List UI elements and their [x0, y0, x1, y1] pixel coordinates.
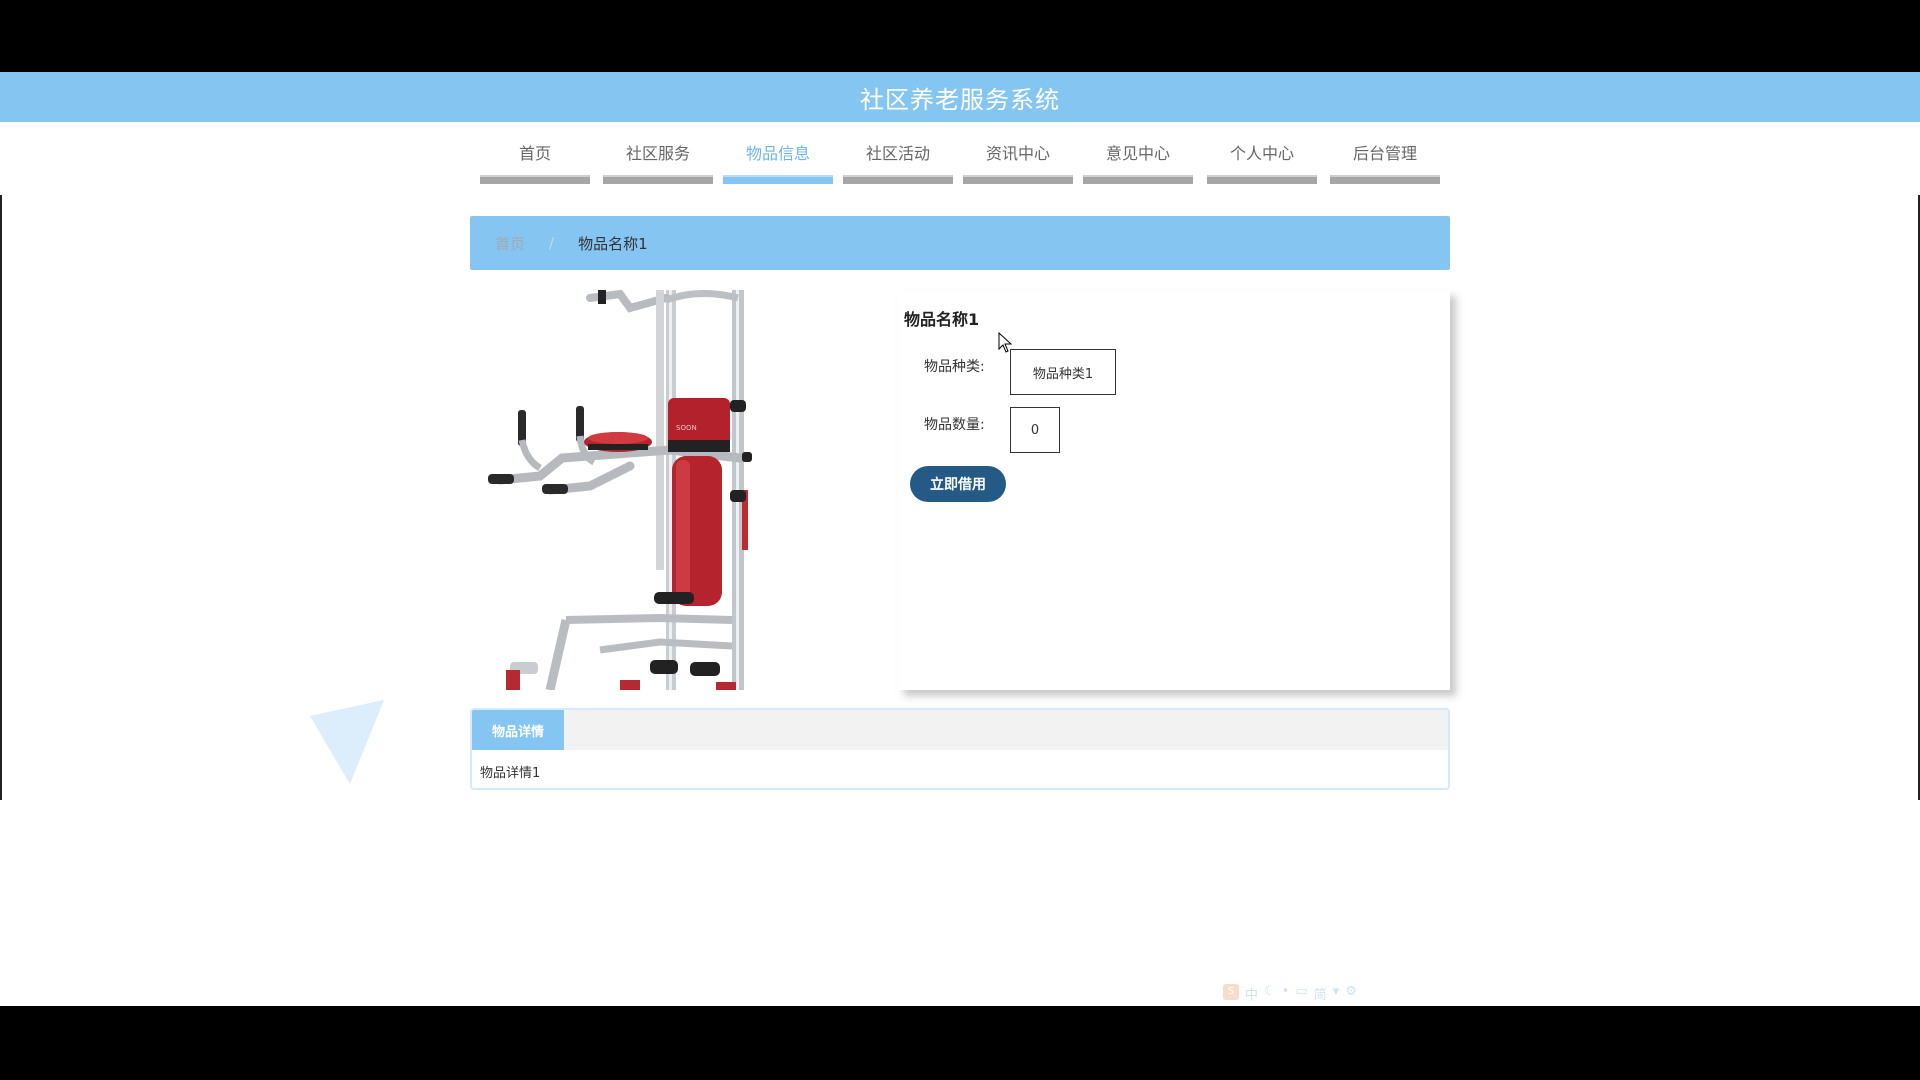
item-info-card: 物品名称1 物品种类: 物品种类1 物品数量: 0 立即借用	[898, 290, 1450, 690]
nav-item-community-service[interactable]: 社区服务	[603, 142, 713, 184]
ime-keyboard-icon: ▭	[1295, 984, 1308, 999]
nav-item-label: 物品信息	[745, 144, 810, 163]
nav-item-bar	[963, 175, 1073, 184]
site-header: 社区养老服务系统	[0, 72, 1920, 122]
nav-item-bar	[1207, 175, 1317, 184]
nav-item-label: 社区服务	[625, 144, 690, 163]
nav-item-label: 首页	[518, 144, 551, 163]
category-value-box: 物品种类1	[1010, 349, 1116, 395]
product-image: SOON	[470, 290, 870, 690]
nav-item-bar	[480, 175, 590, 184]
ime-logo-icon: S	[1223, 984, 1239, 1000]
page: 社区养老服务系统 首页 社区服务 物品信息 社区活动 资讯中心 意见中心 个人中…	[0, 72, 1920, 1006]
nav-item-label: 个人中心	[1229, 144, 1294, 163]
item-details-panel: 物品详情 物品详情1	[470, 708, 1450, 790]
ime-gear-icon: ⚙	[1345, 984, 1357, 999]
letterbox-bottom	[0, 1006, 1920, 1080]
item-title: 物品名称1	[904, 310, 980, 329]
ime-toolbar[interactable]: S 中 ☾ • ▭ 简 ▾ ⚙	[1223, 984, 1357, 1003]
ime-chinese-mode: 中	[1245, 988, 1259, 1003]
ime-shirt-icon: ▾	[1332, 984, 1340, 999]
mouse-cursor-icon	[998, 332, 1013, 353]
details-content: 物品详情1	[480, 766, 541, 781]
nav-item-label: 社区活动	[865, 144, 930, 163]
ime-dots-icon: •	[1281, 984, 1290, 999]
nav-item-feedback-center[interactable]: 意见中心	[1083, 142, 1193, 184]
nav-item-bar	[1330, 175, 1440, 184]
breadcrumb-current: 物品名称1	[578, 234, 648, 253]
nav-item-home[interactable]: 首页	[480, 142, 590, 184]
decorative-triangle-icon	[310, 700, 384, 784]
nav-item-bar	[603, 175, 713, 184]
letterbox-top	[0, 0, 1920, 72]
fitness-tower-illustration: SOON	[470, 290, 870, 690]
quantity-value: 0	[1030, 422, 1040, 438]
tab-item-details[interactable]: 物品详情	[472, 710, 564, 750]
nav-item-bar	[843, 175, 953, 184]
nav-item-item-info[interactable]: 物品信息	[723, 142, 833, 184]
breadcrumb: 首页 / 物品名称1	[470, 216, 1450, 270]
category-value: 物品种类1	[1032, 366, 1094, 382]
page-left-border	[0, 195, 2, 800]
quantity-label: 物品数量:	[924, 417, 985, 433]
borrow-now-button[interactable]: 立即借用	[910, 466, 1006, 502]
nav-item-label: 资讯中心	[985, 144, 1050, 163]
ime-moon-icon: ☾	[1264, 984, 1276, 999]
nav-item-admin[interactable]: 后台管理	[1330, 142, 1440, 184]
nav-item-news-center[interactable]: 资讯中心	[963, 142, 1073, 184]
breadcrumb-separator: /	[549, 234, 555, 252]
svg-text:SOON: SOON	[676, 424, 697, 432]
breadcrumb-home-link[interactable]: 首页	[495, 233, 525, 254]
nav-item-community-activity[interactable]: 社区活动	[843, 142, 953, 184]
site-title: 社区养老服务系统	[860, 85, 1060, 114]
nav-item-personal-center[interactable]: 个人中心	[1207, 142, 1317, 184]
nav-item-bar	[1083, 175, 1193, 184]
details-tab-bar: 物品详情	[472, 710, 1448, 750]
nav-item-label: 后台管理	[1352, 144, 1417, 163]
nav-item-label: 意见中心	[1105, 144, 1170, 163]
nav-item-bar	[723, 175, 833, 184]
quantity-value-box: 0	[1010, 407, 1060, 453]
ime-simplified: 简	[1313, 988, 1327, 1003]
category-label: 物品种类:	[924, 359, 985, 375]
